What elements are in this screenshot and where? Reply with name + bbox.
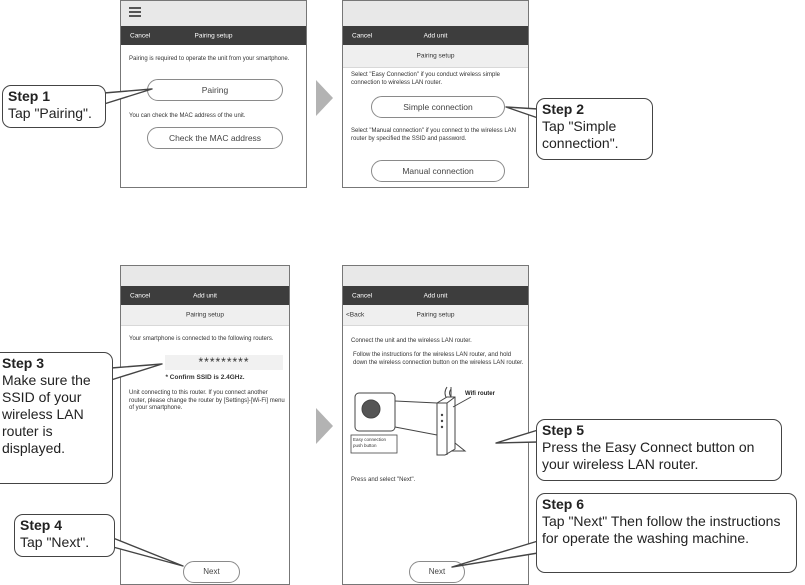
flow-arrow-right-top [316, 80, 333, 116]
ssid-value: ********* [198, 355, 250, 369]
step2-heading: Step 2 [542, 101, 585, 117]
status-bar [121, 1, 306, 26]
sub-title: Pairing setup [416, 52, 455, 60]
step4-heading: Step 4 [20, 517, 63, 533]
callout-step6: Step 6 Tap "Next" Then follow the instru… [536, 493, 797, 573]
step3-text: Make sure the SSID of your wireless LAN … [2, 372, 91, 456]
flow-arrow-right-bottom [316, 408, 333, 444]
connect-unit-text: Connect the unit and the wireless LAN ro… [351, 338, 472, 344]
step1-heading: Step 1 [8, 88, 51, 104]
push-button-label: Easy connection push button [353, 437, 387, 448]
follow-instructions-text: Follow the instructions for the wireless… [353, 352, 524, 366]
sub-header: Pairing setup [121, 305, 289, 326]
screen-router-check: Cancel Add unit Pairing setup Your smart… [120, 265, 290, 585]
sub-header: <Back Pairing setup [343, 305, 528, 326]
pairing-button[interactable]: Pairing [147, 79, 283, 101]
screen-pairing-setup: Cancel Pairing setup Pairing is required… [120, 0, 307, 188]
callout-step5: Step 5 Press the Easy Connect button on … [536, 419, 782, 481]
next-button[interactable]: Next [409, 561, 465, 583]
status-bar [343, 1, 528, 26]
nav-bar: Cancel Add unit [121, 286, 289, 305]
step2-text: Tap "Simple connection". [542, 118, 619, 151]
nav-title: Pairing setup [194, 32, 233, 39]
status-bar [343, 266, 528, 286]
press-next-text: Press and select "Next". [351, 477, 416, 483]
callout-step1: Step 1 Tap "Pairing". [2, 85, 106, 128]
screen-add-unit: Cancel Add unit Pairing setup Select "Ea… [342, 0, 529, 188]
sub-title: Pairing setup [186, 311, 224, 319]
sub-header: Pairing setup [343, 45, 528, 68]
next-button[interactable]: Next [183, 561, 240, 583]
connected-routers-text: Your smartphone is connected to the foll… [129, 336, 274, 342]
easy-connection-text: Select "Easy Connection" if you conduct … [351, 72, 500, 86]
step5-text: Press the Easy Connect button on your wi… [542, 439, 755, 472]
mac-info-text: You can check the MAC address of the uni… [129, 113, 246, 119]
pairing-intro-text: Pairing is required to operate the unit … [129, 56, 290, 62]
wifi-router-label: Wifi router [465, 391, 495, 397]
screen-connect-router: Cancel Add unit <Back Pairing setup Conn… [342, 265, 529, 585]
menu-icon[interactable] [129, 7, 141, 19]
step4-text: Tap "Next". [20, 534, 90, 550]
callout-step2: Step 2 Tap "Simple connection". [536, 98, 653, 160]
manual-connection-button[interactable]: Manual connection [371, 160, 505, 182]
step3-heading: Step 3 [2, 355, 45, 371]
sub-title: Pairing setup [416, 311, 455, 319]
nav-bar: Cancel Pairing setup [121, 26, 306, 45]
callout-step4: Step 4 Tap "Next". [14, 514, 115, 557]
manual-connection-text: Select "Manual connection" if you connec… [351, 128, 517, 142]
step5-heading: Step 5 [542, 422, 585, 438]
callout-step3: Step 3 Make sure the SSID of your wirele… [0, 352, 113, 484]
confirm-ssid-note: * Confirm SSID is 2.4GHz. [165, 374, 245, 381]
check-mac-button[interactable]: Check the MAC address [147, 127, 283, 149]
nav-title: Add unit [193, 292, 217, 299]
nav-title: Add unit [423, 32, 448, 39]
simple-connection-button[interactable]: Simple connection [371, 96, 505, 118]
nav-title: Add unit [423, 292, 448, 299]
nav-bar: Cancel Add unit [343, 286, 528, 305]
router-illustration: Wifi router Easy connection push button [347, 381, 517, 456]
router-info-text: Unit connecting to this router. If you c… [129, 390, 285, 412]
step6-text: Tap "Next" Then follow the instructions … [542, 513, 781, 546]
nav-bar: Cancel Add unit [343, 26, 528, 45]
step6-heading: Step 6 [542, 496, 585, 512]
status-bar [121, 266, 289, 286]
step1-text: Tap "Pairing". [8, 105, 92, 121]
